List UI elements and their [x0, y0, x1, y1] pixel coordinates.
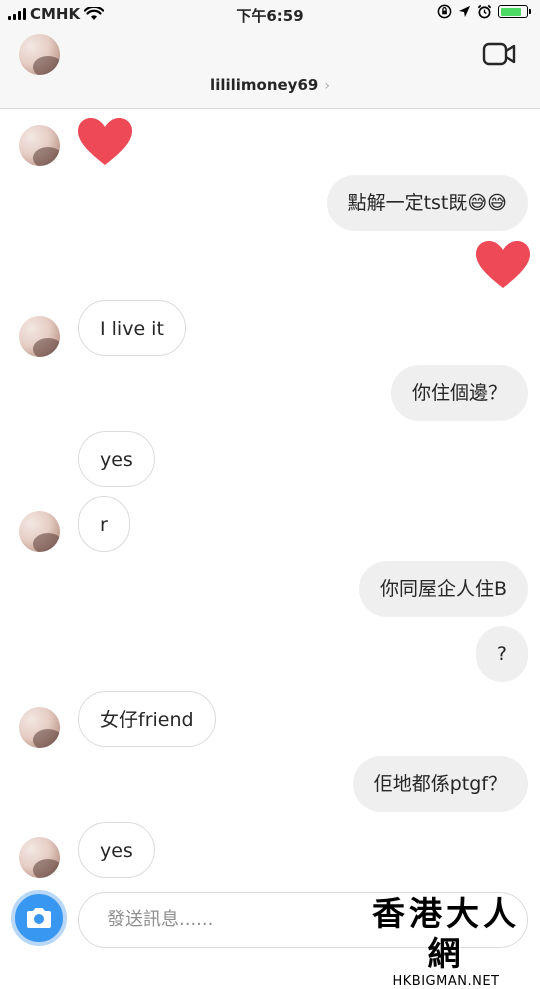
my-message-bubble[interactable]: 你住個邊？: [390, 365, 528, 421]
username-label[interactable]: lililimoney69: [210, 76, 318, 94]
chevron-right-icon: ›: [324, 78, 330, 94]
their-message-bubble[interactable]: 女仔friend: [78, 691, 216, 747]
heart-icon: [78, 118, 132, 165]
their-message-bubble[interactable]: yes: [78, 431, 155, 487]
their-message-bubble[interactable]: yes: [78, 822, 155, 878]
my-message-bubble[interactable]: 你同屋企人住B: [358, 561, 528, 617]
sender-avatar[interactable]: [19, 125, 60, 166]
watermark-url: HKBIGMAN.NET: [392, 974, 500, 989]
my-message-bubble[interactable]: 點解一定tst既😅😅: [326, 175, 528, 231]
status-bar: CMHK 下午6:59: [0, 0, 540, 28]
video-call-icon[interactable]: [482, 40, 516, 68]
orientation-lock-icon: [437, 4, 452, 19]
sender-avatar[interactable]: [19, 837, 60, 878]
message-composer: 發送訊息...... 香港大人網 HKBIGMAN.NET: [0, 882, 540, 989]
chat-header: lililimoney69 ›: [0, 28, 540, 109]
camera-button[interactable]: [11, 890, 67, 946]
watermark-title: 香港大人網: [372, 894, 520, 973]
heart-icon: [476, 241, 530, 288]
alarm-icon: [477, 4, 492, 19]
my-message-bubble[interactable]: 佢地都係ptgf？: [352, 756, 528, 812]
location-icon: [458, 5, 471, 18]
their-message-bubble[interactable]: r: [78, 496, 130, 552]
sender-avatar[interactable]: [19, 511, 60, 552]
my-message-bubble[interactable]: ?: [475, 626, 528, 682]
camera-icon: [27, 908, 51, 928]
sender-avatar[interactable]: [19, 707, 60, 748]
status-right: [437, 4, 531, 19]
username-link[interactable]: lililimoney69 ›: [0, 76, 540, 94]
header-avatar[interactable]: [19, 34, 60, 75]
battery-icon: [498, 5, 531, 18]
sender-avatar[interactable]: [19, 316, 60, 357]
watermark: 香港大人網 HKBIGMAN.NET: [358, 894, 534, 989]
their-message-bubble[interactable]: I live it: [78, 300, 186, 356]
